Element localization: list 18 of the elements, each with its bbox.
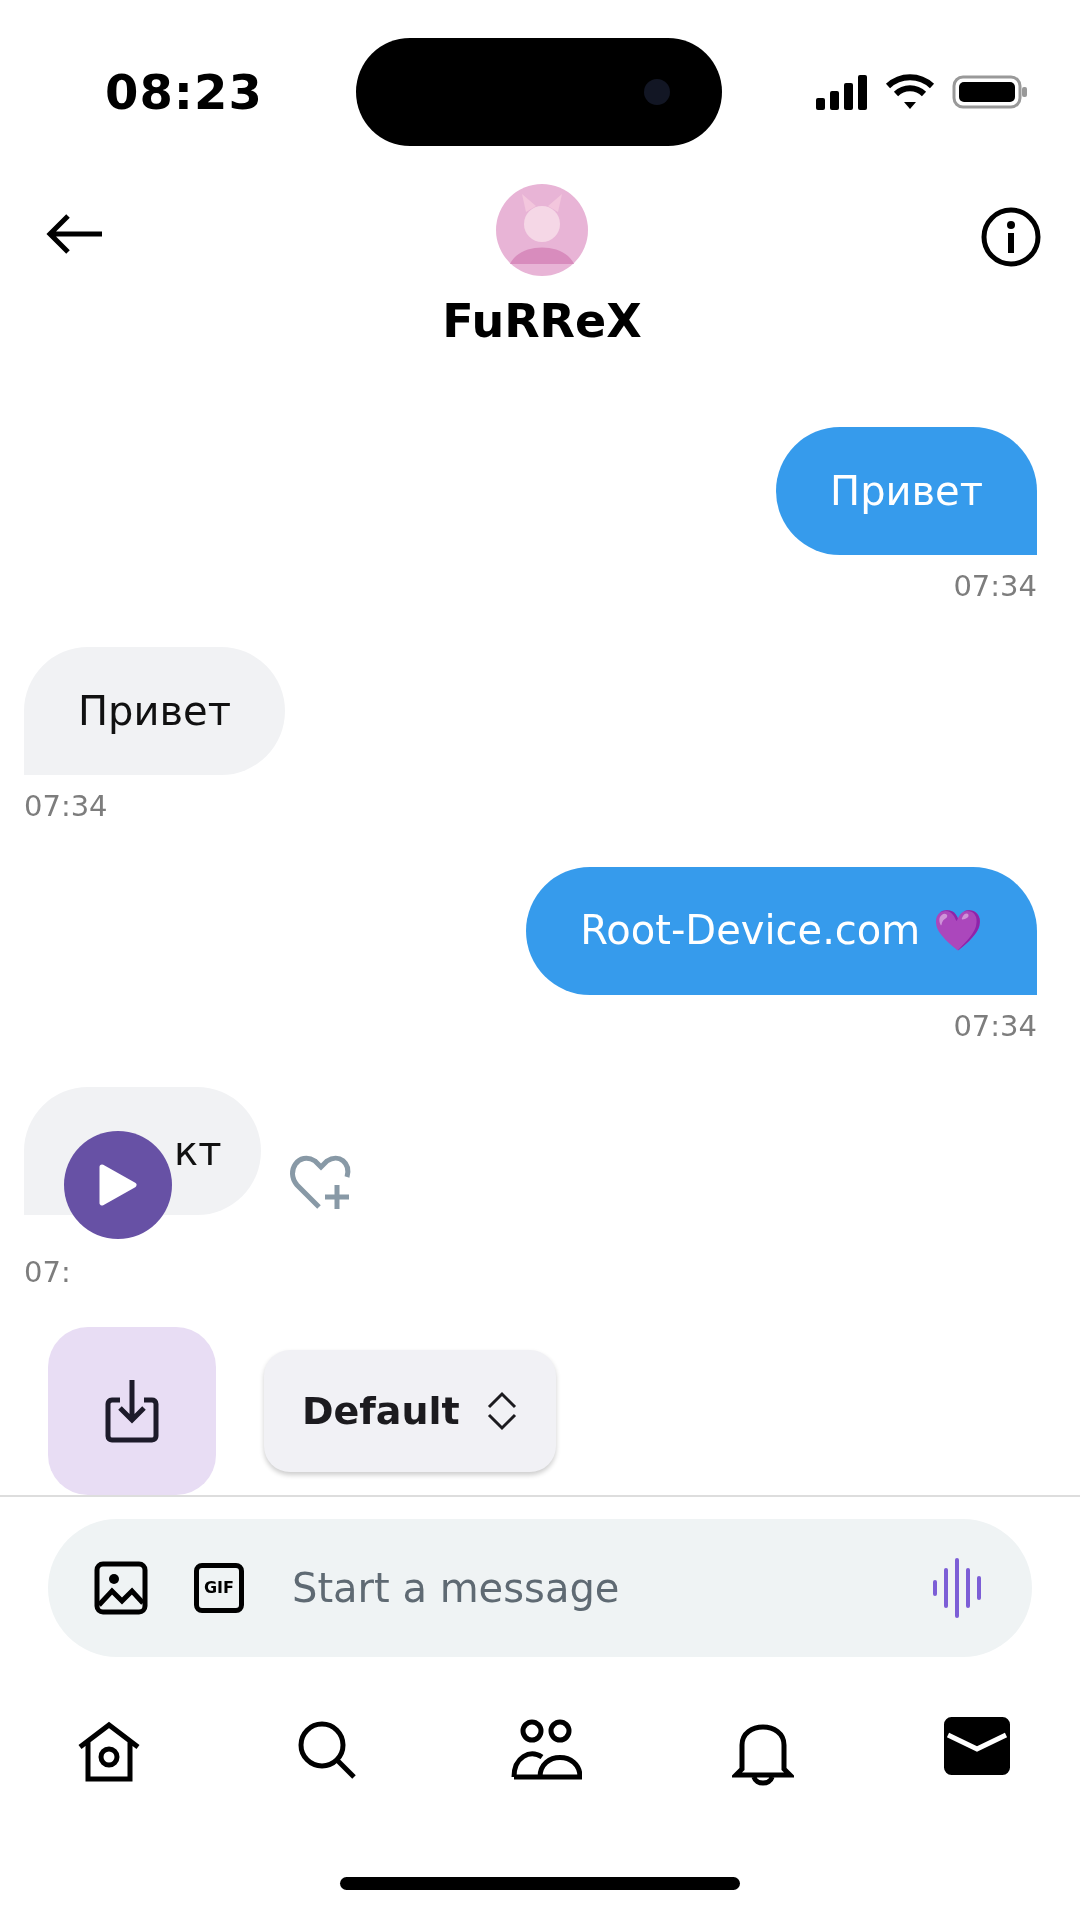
message-time: 07:34 [953,568,1037,603]
message-input[interactable]: Start a message [290,1563,886,1612]
download-icon [104,1377,160,1444]
mail-icon [944,1717,1010,1776]
camera-icon [642,77,673,108]
message-time: 07:34 [24,788,108,823]
message-time: 07:34 [953,1008,1037,1043]
gif-button[interactable]: GIF [194,1562,244,1613]
info-icon [980,206,1042,269]
image-icon [94,1560,148,1615]
message-bubble[interactable]: Привет [24,646,285,775]
status-time: 08:23 [105,64,263,121]
play-icon [98,1162,138,1207]
voice-select[interactable]: Default [264,1349,556,1472]
message-time: 07: [24,1254,71,1289]
download-button[interactable] [48,1326,216,1495]
contact-name: FuRReX [442,294,642,349]
chevron-up-down-icon [485,1390,518,1431]
